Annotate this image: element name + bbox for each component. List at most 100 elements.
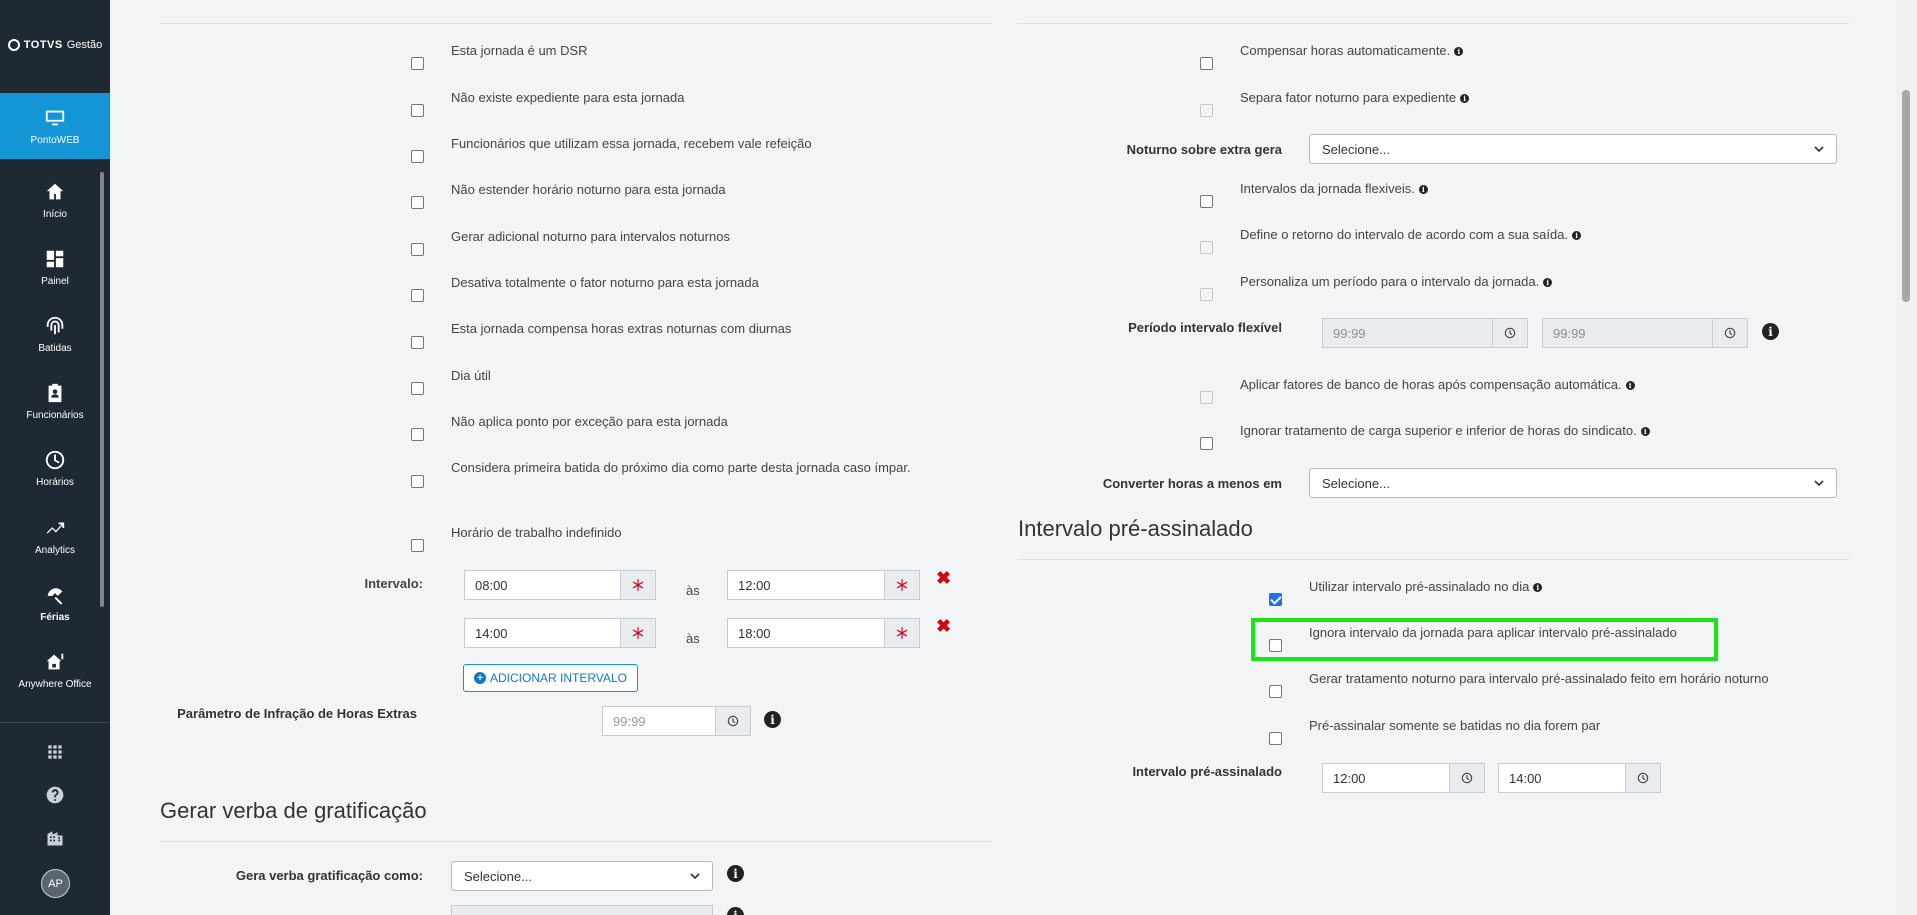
clock-icon: [1504, 327, 1516, 339]
sidebar-item-horarios[interactable]: Horários: [0, 435, 110, 501]
label-personaliza-periodo: Personaliza um período para o intervalo …: [1240, 274, 1553, 289]
sidebar-item-label: Analytics: [34, 544, 75, 556]
clock-addon[interactable]: [1449, 763, 1485, 793]
periodo-end-input[interactable]: 99:99: [1542, 318, 1713, 348]
checkbox-adicional-noturno[interactable]: [411, 243, 424, 256]
checkbox-utilizar-pre[interactable]: [1269, 593, 1282, 606]
gera-verba-select[interactable]: Selecione...: [451, 861, 713, 891]
divider: [160, 23, 992, 24]
pre-end-input[interactable]: 14:00: [1498, 763, 1626, 793]
checkbox-ignorar-carga[interactable]: [1200, 437, 1213, 450]
label-compensar-horas: Compensar horas automaticamente. i: [1240, 43, 1464, 58]
sidebar-item-label: Painel: [41, 275, 69, 287]
pre-start-input[interactable]: 12:00: [1322, 763, 1450, 793]
info-icon[interactable]: i: [1418, 185, 1428, 195]
sidebar-item-painel[interactable]: Painel: [0, 234, 110, 300]
checkbox-dia-util[interactable]: [411, 382, 424, 395]
divider: [1018, 559, 1850, 560]
sidebar-item-label: PontoWEB: [30, 134, 80, 146]
label-separa-fator: Separa fator noturno para expediente i: [1240, 90, 1470, 105]
checkbox-nao-estender-noturno[interactable]: [411, 196, 424, 209]
help-icon: [46, 786, 64, 804]
apps-grid-button[interactable]: [0, 737, 110, 767]
label-aplicar-fatores: Aplicar fatores de banco de horas após c…: [1240, 377, 1635, 392]
asterisk-icon: [896, 579, 908, 591]
logo-mark-icon: [7, 39, 20, 51]
sidebar-item-pontoweb[interactable]: PontoWEB: [0, 93, 110, 159]
checkbox-intervalos-flexiveis[interactable]: [1200, 195, 1213, 208]
scrollbar-thumb[interactable]: [1902, 90, 1910, 302]
checkbox-desativa-fator[interactable]: [411, 289, 424, 302]
checkbox-ponto-excecao[interactable]: [411, 428, 424, 441]
converter-select[interactable]: Selecione...: [1309, 468, 1837, 498]
periodo-start-input[interactable]: 99:99: [1322, 318, 1493, 348]
sidebar-item-anywhere-office[interactable]: Anywhere Office: [0, 637, 110, 703]
sidebar-item-batidas[interactable]: Batidas: [0, 301, 110, 367]
intervalo-2-start-input[interactable]: 14:00: [464, 618, 621, 648]
intervalo-2-end-input[interactable]: 18:00: [727, 618, 885, 648]
totvs-logo[interactable]: TOTVS Gestão: [0, 30, 110, 60]
chevron-down-icon: [690, 873, 700, 880]
page-scrollbar[interactable]: [1897, 0, 1917, 915]
monitor-icon: [45, 110, 65, 125]
sidebar-item-label: Horários: [36, 476, 74, 488]
checkbox-primeira-batida[interactable]: [411, 475, 424, 488]
sidebar-item-label: Início: [43, 208, 67, 220]
sidebar-scrollbar[interactable]: [100, 172, 104, 607]
info-icon[interactable]: i: [1454, 47, 1464, 57]
info-icon[interactable]: i: [1640, 427, 1650, 437]
sidebar-item-analytics[interactable]: Analytics: [0, 503, 110, 569]
avatar[interactable]: AP: [41, 869, 70, 898]
noturno-extra-select[interactable]: Selecione...: [1309, 134, 1837, 164]
clock-icon: [1461, 772, 1473, 784]
infracao-input[interactable]: 99:99: [602, 706, 716, 736]
clock-addon[interactable]: [1492, 318, 1528, 348]
periodo-info-icon[interactable]: i: [1762, 323, 1779, 340]
chevron-down-icon: [1814, 146, 1824, 153]
clock-addon[interactable]: [1625, 763, 1661, 793]
noturno-extra-value: Selecione...: [1322, 141, 1390, 157]
label-intervalos-flexiveis: Intervalos da jornada flexiveis. i: [1240, 181, 1428, 196]
info-icon[interactable]: i: [1625, 381, 1635, 391]
infracao-info-icon[interactable]: i: [764, 711, 781, 728]
sidebar-item-inicio[interactable]: Início: [0, 167, 110, 233]
gera-verba-info-icon[interactable]: i: [727, 865, 744, 882]
intervalo-label: Intervalo:: [364, 576, 423, 591]
checkbox-compensa-extras[interactable]: [411, 336, 424, 349]
remove-interval-2-icon[interactable]: ✖: [936, 616, 951, 637]
clock-icon: [1637, 772, 1649, 784]
as-label: às: [686, 631, 700, 646]
company-button[interactable]: [0, 823, 110, 853]
intervalo-1-start-input[interactable]: 08:00: [464, 570, 621, 600]
help-button[interactable]: [0, 780, 110, 810]
clock-addon[interactable]: [1712, 318, 1748, 348]
info-icon[interactable]: i: [1533, 583, 1543, 593]
cut-off-input[interactable]: [451, 905, 713, 915]
checkbox-ignora-intervalo[interactable]: [1269, 639, 1282, 652]
info-icon[interactable]: i: [1543, 278, 1553, 288]
remove-interval-1-icon[interactable]: ✖: [936, 568, 951, 589]
chevron-down-icon: [1814, 480, 1824, 487]
logo-product: Gestão: [66, 39, 103, 51]
checkbox-pre-par[interactable]: [1269, 732, 1282, 745]
logo-brand: TOTVS: [23, 39, 63, 51]
checkbox-define-retorno: [1200, 241, 1213, 254]
sidebar-item-ferias[interactable]: Férias: [0, 570, 110, 636]
sidebar-item-funcionarios[interactable]: Funcionários: [0, 368, 110, 434]
required-marker: [620, 618, 656, 648]
clock-addon[interactable]: [715, 706, 751, 736]
info-icon[interactable]: i: [1460, 94, 1470, 104]
intervalo-1-end-input[interactable]: 12:00: [727, 570, 885, 600]
info-icon[interactable]: i: [1572, 231, 1582, 241]
checkbox-horario-indefinido[interactable]: [411, 539, 424, 552]
label-desativa-fator: Desativa totalmente o fator noturno para…: [451, 275, 759, 290]
checkbox-vale-refeicao[interactable]: [411, 150, 424, 163]
pre-assinalado-section-title: Intervalo pré-assinalado: [1018, 516, 1253, 541]
checkbox-sem-expediente[interactable]: [411, 104, 424, 117]
pre-assinalado-label: Intervalo pré-assinalado: [1132, 764, 1282, 779]
checkbox-dsr[interactable]: [411, 57, 424, 70]
checkbox-gerar-tratamento[interactable]: [1269, 685, 1282, 698]
clock-icon: [1724, 327, 1736, 339]
checkbox-compensar-horas[interactable]: [1200, 57, 1213, 70]
add-interval-button[interactable]: + ADICIONAR INTERVALO: [463, 664, 638, 692]
